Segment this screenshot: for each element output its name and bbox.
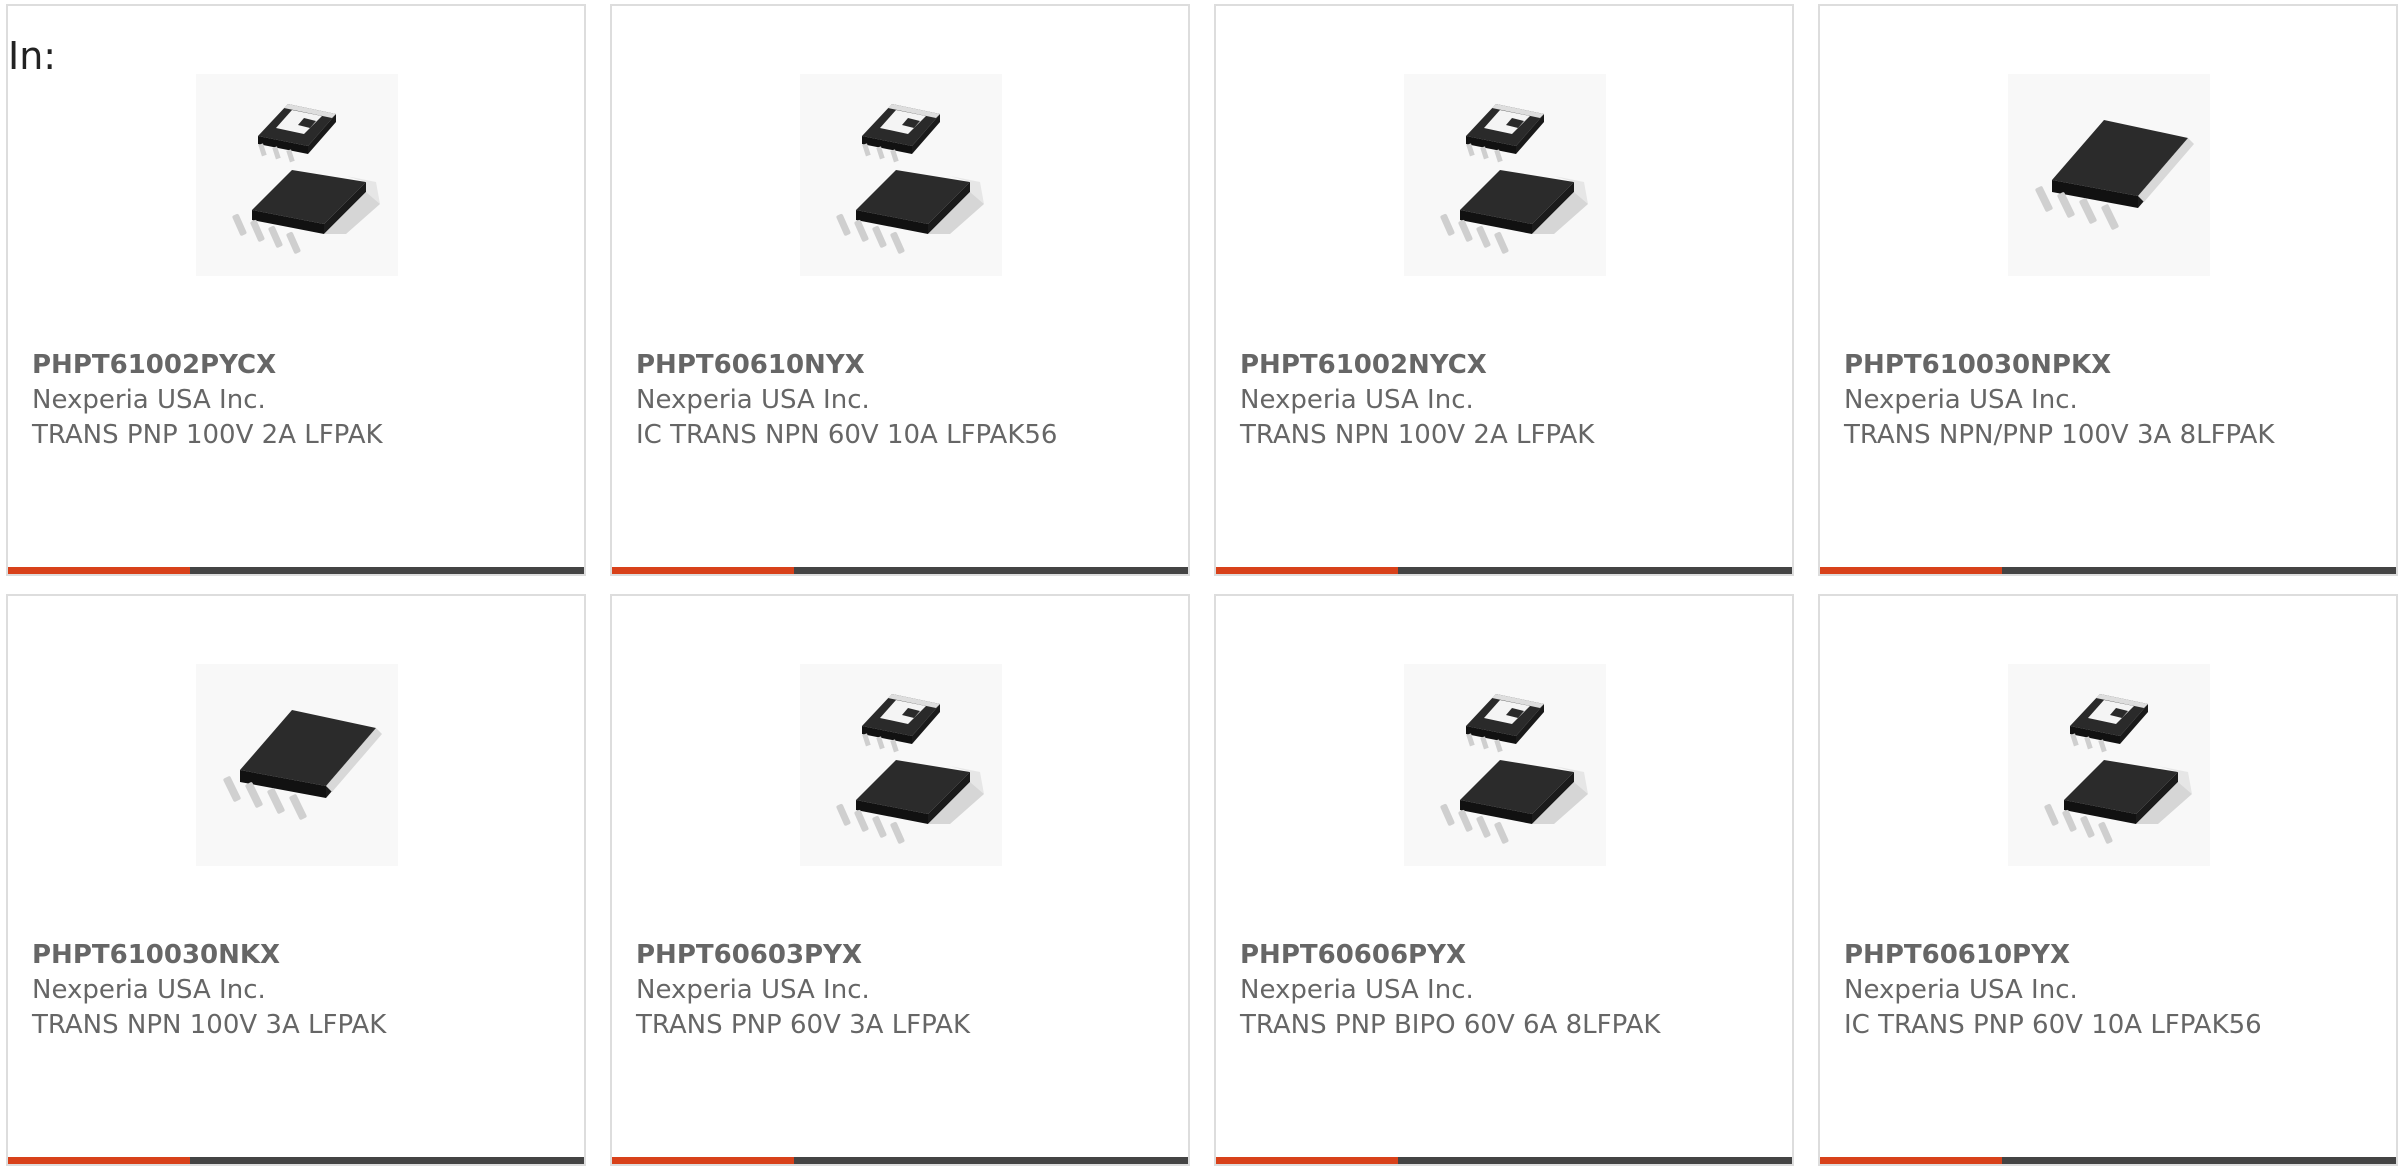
product-card[interactable]: PHPT60610PYX Nexperia USA Inc. IC TRANS … bbox=[1818, 594, 2398, 1166]
product-image[interactable] bbox=[800, 664, 1002, 866]
part-number[interactable]: PHPT60610PYX bbox=[1844, 938, 2384, 973]
part-number[interactable]: PHPT60603PYX bbox=[636, 938, 1176, 973]
product-description: TRANS PNP 60V 3A LFPAK bbox=[636, 1010, 970, 1040]
part-number[interactable]: PHPT610030NPKX bbox=[1844, 348, 2384, 383]
lfpak-two-chip-icon bbox=[835, 104, 984, 255]
product-description: IC TRANS PNP 60V 10A LFPAK56 bbox=[1844, 1010, 2262, 1040]
manufacturer: Nexperia USA Inc. bbox=[1844, 975, 2078, 1005]
product-description: TRANS NPN 100V 3A LFPAK bbox=[32, 1010, 387, 1040]
product-card[interactable]: PHPT61002PYCX Nexperia USA Inc. TRANS PN… bbox=[6, 4, 586, 576]
product-card[interactable]: PHPT610030NKX Nexperia USA Inc. TRANS NP… bbox=[6, 594, 586, 1166]
card-bottom-bar bbox=[1820, 567, 2396, 574]
part-number[interactable]: PHPT61002PYCX bbox=[32, 348, 572, 383]
card-bottom-bar bbox=[612, 567, 1188, 574]
product-card[interactable]: PHPT61002NYCX Nexperia USA Inc. TRANS NP… bbox=[1214, 4, 1794, 576]
product-card[interactable]: PHPT60610NYX Nexperia USA Inc. IC TRANS … bbox=[610, 4, 1190, 576]
lfpak-two-chip-icon bbox=[231, 104, 380, 255]
manufacturer: Nexperia USA Inc. bbox=[32, 975, 266, 1005]
product-image[interactable] bbox=[800, 74, 1002, 276]
product-image[interactable] bbox=[1404, 664, 1606, 866]
part-number[interactable]: PHPT61002NYCX bbox=[1240, 348, 1780, 383]
product-image[interactable] bbox=[2008, 74, 2210, 276]
product-info: PHPT61002NYCX Nexperia USA Inc. TRANS NP… bbox=[1240, 348, 1780, 453]
lfpak-single-chip-icon bbox=[2034, 120, 2194, 231]
manufacturer: Nexperia USA Inc. bbox=[1844, 385, 2078, 415]
lfpak-single-chip-icon bbox=[222, 710, 382, 821]
product-image[interactable] bbox=[196, 74, 398, 276]
part-number[interactable]: PHPT60606PYX bbox=[1240, 938, 1780, 973]
product-card[interactable]: PHPT60606PYX Nexperia USA Inc. TRANS PNP… bbox=[1214, 594, 1794, 1166]
product-description: TRANS NPN/PNP 100V 3A 8LFPAK bbox=[1844, 420, 2275, 450]
lfpak-two-chip-icon bbox=[1439, 104, 1588, 255]
product-info: PHPT610030NKX Nexperia USA Inc. TRANS NP… bbox=[32, 938, 572, 1043]
product-grid: PHPT61002PYCX Nexperia USA Inc. TRANS PN… bbox=[6, 4, 2398, 1166]
product-image[interactable] bbox=[2008, 664, 2210, 866]
card-bottom-bar bbox=[1216, 567, 1792, 574]
manufacturer: Nexperia USA Inc. bbox=[32, 385, 266, 415]
manufacturer: Nexperia USA Inc. bbox=[636, 385, 870, 415]
product-info: PHPT60610PYX Nexperia USA Inc. IC TRANS … bbox=[1844, 938, 2384, 1043]
product-image[interactable] bbox=[1404, 74, 1606, 276]
part-number[interactable]: PHPT60610NYX bbox=[636, 348, 1176, 383]
card-bottom-bar bbox=[8, 567, 584, 574]
product-description: TRANS PNP 100V 2A LFPAK bbox=[32, 420, 383, 450]
results-prefix: In: bbox=[8, 34, 57, 78]
product-info: PHPT60603PYX Nexperia USA Inc. TRANS PNP… bbox=[636, 938, 1176, 1043]
product-card[interactable]: PHPT60603PYX Nexperia USA Inc. TRANS PNP… bbox=[610, 594, 1190, 1166]
lfpak-two-chip-icon bbox=[2043, 694, 2192, 845]
manufacturer: Nexperia USA Inc. bbox=[1240, 385, 1474, 415]
product-description: TRANS PNP BIPO 60V 6A 8LFPAK bbox=[1240, 1010, 1661, 1040]
product-info: PHPT60610NYX Nexperia USA Inc. IC TRANS … bbox=[636, 348, 1176, 453]
lfpak-two-chip-icon bbox=[1439, 694, 1588, 845]
manufacturer: Nexperia USA Inc. bbox=[1240, 975, 1474, 1005]
product-card[interactable]: PHPT610030NPKX Nexperia USA Inc. TRANS N… bbox=[1818, 4, 2398, 576]
product-info: PHPT60606PYX Nexperia USA Inc. TRANS PNP… bbox=[1240, 938, 1780, 1043]
part-number[interactable]: PHPT610030NKX bbox=[32, 938, 572, 973]
product-info: PHPT610030NPKX Nexperia USA Inc. TRANS N… bbox=[1844, 348, 2384, 453]
manufacturer: Nexperia USA Inc. bbox=[636, 975, 870, 1005]
product-description: IC TRANS NPN 60V 10A LFPAK56 bbox=[636, 420, 1058, 450]
product-info: PHPT61002PYCX Nexperia USA Inc. TRANS PN… bbox=[32, 348, 572, 453]
lfpak-two-chip-icon bbox=[835, 694, 984, 845]
product-image[interactable] bbox=[196, 664, 398, 866]
product-description: TRANS NPN 100V 2A LFPAK bbox=[1240, 420, 1595, 450]
